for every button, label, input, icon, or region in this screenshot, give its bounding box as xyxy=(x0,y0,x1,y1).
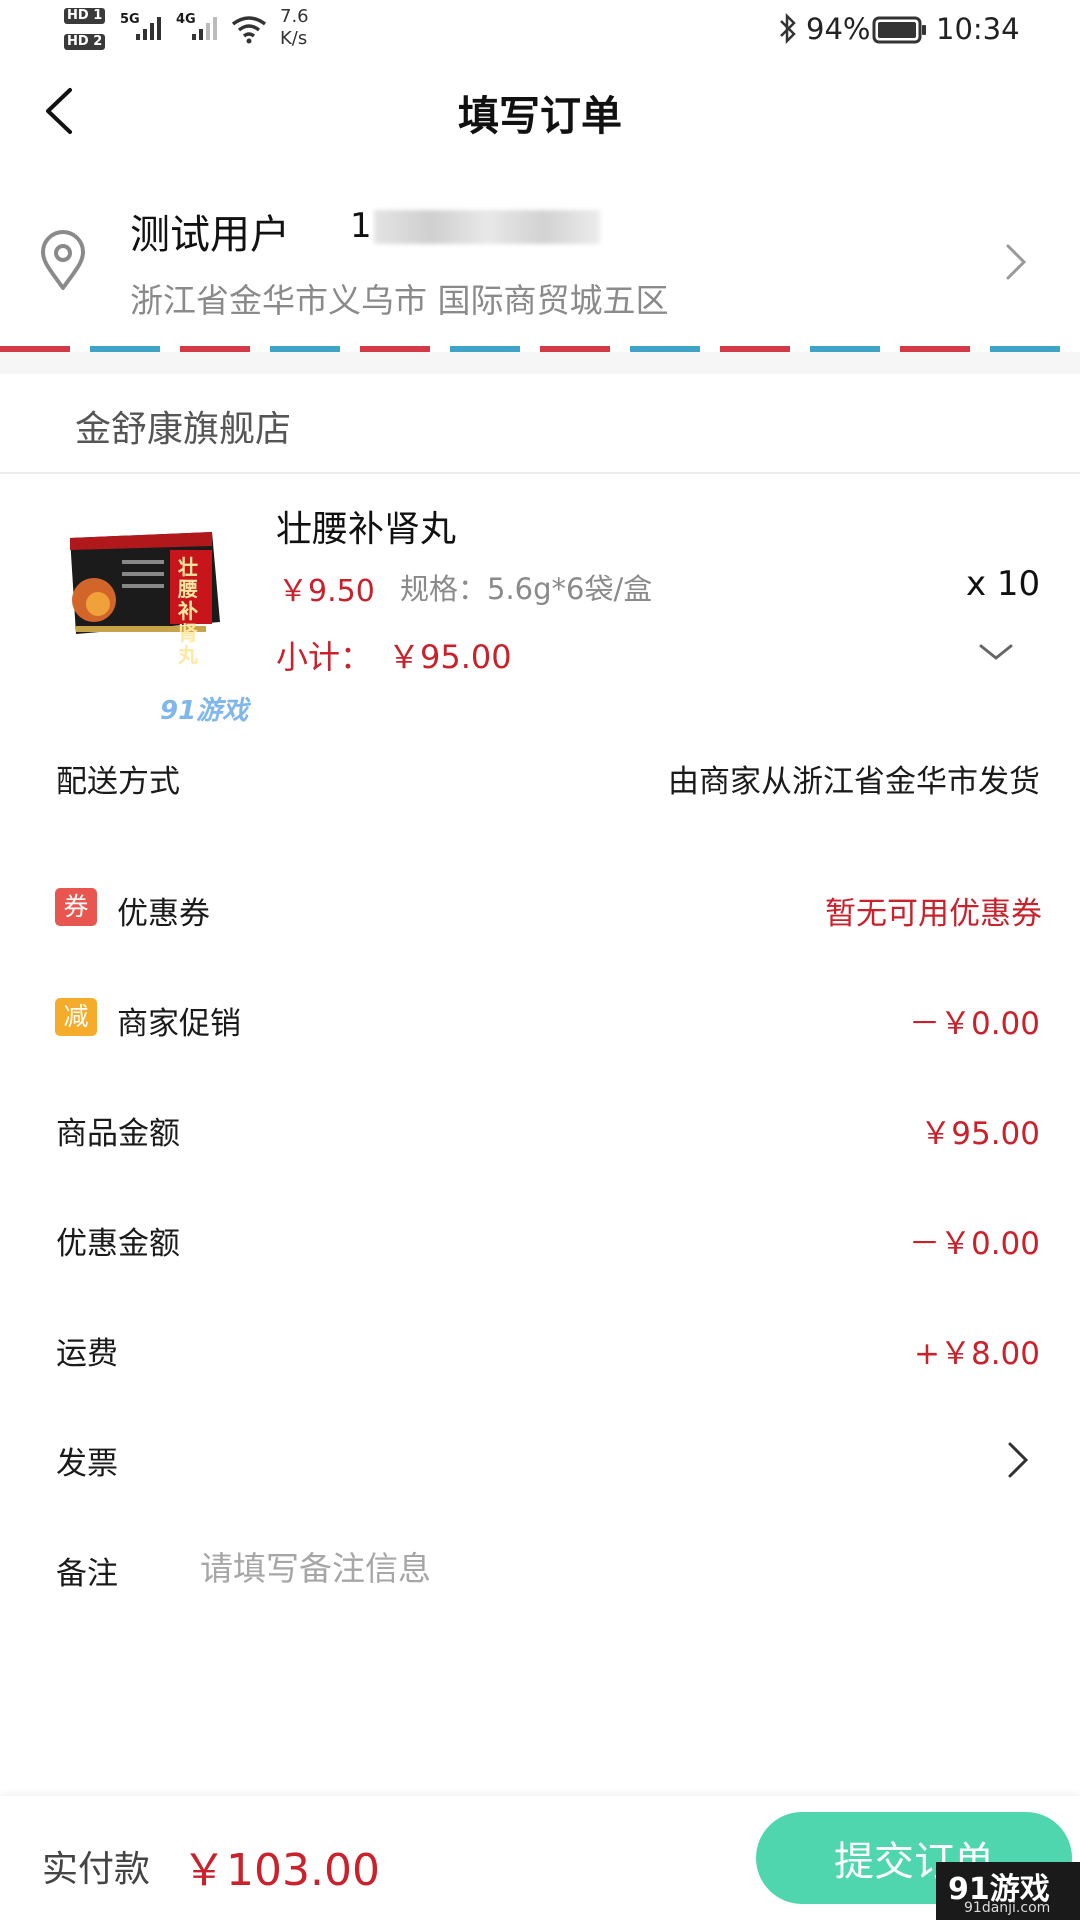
product-box-label: 壮腰补肾丸 xyxy=(178,555,198,667)
goods-amount-label: 商品金额 xyxy=(56,1116,180,1152)
product-title: 壮腰补肾丸 xyxy=(276,509,457,550)
goods-amount-value: ￥95.00 xyxy=(920,1116,1040,1152)
sim2-badge: HD 2 xyxy=(64,34,106,50)
battery-percent: 94% xyxy=(806,12,871,46)
coupon-badge: 券 xyxy=(55,888,97,926)
signal-icon-2 xyxy=(192,17,217,40)
promo-label: 商家促销 xyxy=(117,1006,241,1042)
note-input[interactable] xyxy=(198,1542,1022,1594)
watermark-logo: 91游戏 xyxy=(160,690,248,727)
battery-icon xyxy=(872,16,926,44)
bluetooth-icon xyxy=(780,12,796,45)
shipping-value: 由商家从浙江省金华市发货 xyxy=(668,764,1040,800)
recipient-name: 测试用户 xyxy=(130,212,290,258)
invoice-label: 发票 xyxy=(56,1446,118,1482)
coupon-row[interactable]: 券 优惠券 暂无可用优惠券 xyxy=(0,870,1080,944)
shop-name: 金舒康旗舰店 xyxy=(75,409,292,450)
recipient-phone: 1 xyxy=(350,206,372,246)
status-bar: HD 1 HD 2 5G 4G 7.6 K/s 94% 10:34 xyxy=(0,0,1080,62)
location-pin-icon xyxy=(41,230,85,290)
divider xyxy=(0,472,1080,474)
sim1-badge: HD 1 xyxy=(64,8,106,24)
pay-label: 实付款 xyxy=(42,1849,151,1890)
signal-icon xyxy=(136,17,161,40)
promo-value: －￥0.00 xyxy=(908,1006,1040,1042)
freight-value: +￥8.00 xyxy=(914,1336,1040,1372)
freight-label: 运费 xyxy=(56,1336,118,1372)
watermark-corner: 91游戏 91danji.com xyxy=(936,1862,1080,1920)
watermark-logo-text: 91游戏 xyxy=(160,696,249,726)
chevron-down-icon[interactable] xyxy=(978,642,1014,662)
product-spec: 规格：5.6g*6袋/盒 xyxy=(400,572,653,606)
section-separator xyxy=(0,352,1080,374)
note-label: 备注 xyxy=(56,1556,118,1592)
wifi-icon xyxy=(231,16,267,44)
product-image[interactable]: 壮腰补肾丸 xyxy=(62,530,222,666)
subtotal-value: ￥95.00 xyxy=(388,638,512,676)
chevron-right-icon xyxy=(1006,244,1027,280)
subtotal-label: 小计： xyxy=(276,638,373,676)
product-quantity: x 10 xyxy=(966,564,1041,604)
discount-amount-value: －￥0.00 xyxy=(908,1226,1040,1262)
address-card[interactable]: 测试用户 1 浙江省金华市义乌市 国际商贸城五区 xyxy=(0,180,1080,346)
promo-badge: 减 xyxy=(55,998,97,1036)
net-speed-value: 7.6 xyxy=(280,6,309,27)
phone-redaction xyxy=(374,210,600,244)
product-price: ￥9.50 xyxy=(278,574,375,609)
net-speed-unit: K/s xyxy=(280,28,308,49)
shipping-label: 配送方式 xyxy=(56,764,180,800)
chevron-right-icon xyxy=(1008,1442,1029,1478)
invoice-row[interactable]: 发票 xyxy=(0,1420,1080,1500)
address-detail: 浙江省金华市义乌市 国际商贸城五区 xyxy=(130,281,669,320)
coupon-value: 暂无可用优惠券 xyxy=(825,896,1042,932)
clock: 10:34 xyxy=(936,12,1020,46)
pay-amount: ￥103.00 xyxy=(182,1845,380,1896)
coupon-label: 优惠券 xyxy=(117,896,210,932)
discount-amount-label: 优惠金额 xyxy=(56,1226,180,1262)
page-title: 填写订单 xyxy=(458,92,622,140)
watermark-corner-url: 91danji.com xyxy=(964,1900,1051,1916)
